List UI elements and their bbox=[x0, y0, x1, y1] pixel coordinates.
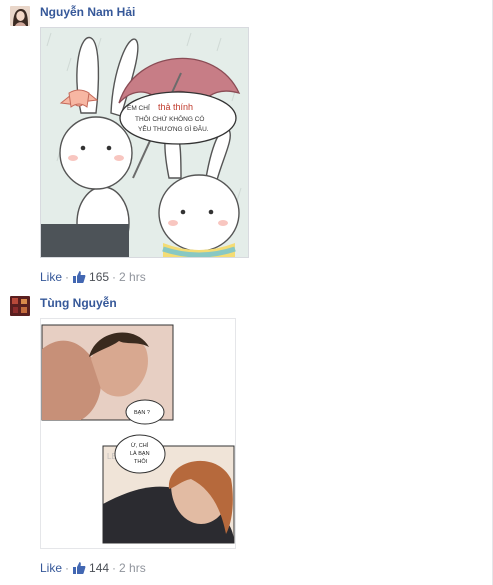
comment-author[interactable]: Nguyễn Nam Hải bbox=[40, 5, 135, 19]
comment-1: Nguyễn Nam Hải EM CHỈ thả thính THÔI CHỨ… bbox=[0, 0, 493, 292]
like-link[interactable]: Like bbox=[40, 561, 62, 575]
separator: · bbox=[65, 561, 70, 575]
thumbs-up-icon[interactable] bbox=[72, 561, 86, 575]
bubble-text: Ừ, CHỈ bbox=[131, 442, 149, 449]
avatar[interactable] bbox=[10, 6, 30, 26]
comment-actions: Like · 144 · 2 hrs bbox=[40, 561, 146, 575]
bubble-text-1a: EM CHỈ bbox=[127, 103, 150, 112]
bubble-text: LÀ BẠN bbox=[130, 450, 150, 457]
avatar[interactable] bbox=[10, 296, 30, 316]
bubble-text-1b: thả thính bbox=[158, 102, 193, 112]
comment-2: Tùng Nguyễn BẠN ? LEZHIN.COM Ừ, CHỈ LÀ B… bbox=[0, 292, 493, 585]
manhwa-comic-image: BẠN ? LEZHIN.COM Ừ, CHỈ LÀ BẠN THÔI bbox=[41, 319, 235, 548]
separator: · bbox=[65, 270, 70, 284]
separator: · bbox=[112, 561, 117, 575]
bunny-comic-image: EM CHỈ thả thính THÔI CHỨ KHÔNG CÓ YÊU T… bbox=[41, 28, 248, 257]
like-count[interactable]: 165 bbox=[89, 270, 109, 284]
bubble-text-3: YÊU THƯƠNG GÌ ĐÂU. bbox=[138, 124, 209, 133]
like-link[interactable]: Like bbox=[40, 270, 62, 284]
comment-image[interactable]: BẠN ? LEZHIN.COM Ừ, CHỈ LÀ BẠN THÔI bbox=[40, 318, 236, 549]
comment-author[interactable]: Tùng Nguyễn bbox=[40, 296, 117, 310]
bubble-text: BẠN ? bbox=[134, 410, 150, 416]
bubble-text: THÔI bbox=[134, 458, 148, 465]
comment-actions: Like · 165 · 2 hrs bbox=[40, 270, 146, 284]
separator: · bbox=[112, 270, 117, 284]
comment-image[interactable]: EM CHỈ thả thính THÔI CHỨ KHÔNG CÓ YÊU T… bbox=[40, 27, 249, 258]
like-count[interactable]: 144 bbox=[89, 561, 109, 575]
timestamp[interactable]: 2 hrs bbox=[119, 270, 146, 284]
thumbs-up-icon[interactable] bbox=[72, 270, 86, 284]
bubble-text-2: THÔI CHỨ KHÔNG CÓ bbox=[135, 114, 204, 123]
timestamp[interactable]: 2 hrs bbox=[119, 561, 146, 575]
